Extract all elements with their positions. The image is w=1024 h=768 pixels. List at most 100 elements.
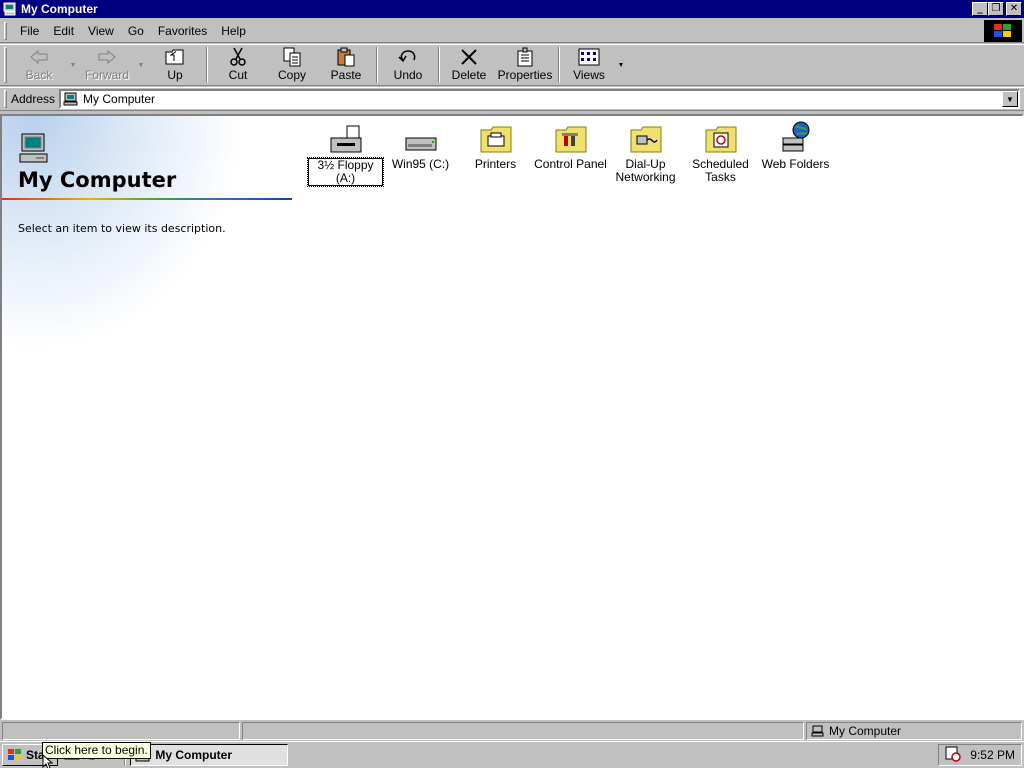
menu-edit[interactable]: Edit: [46, 22, 81, 40]
menu-help-label: Help: [221, 23, 246, 38]
undo-button[interactable]: Undo: [381, 45, 435, 85]
delete-label: Delete: [451, 68, 487, 82]
undo-label: Undo: [393, 68, 423, 82]
minimize-icon: _: [977, 3, 983, 14]
cut-label: Cut: [228, 68, 248, 82]
back-arrow-icon: [29, 46, 49, 68]
menu-favorites[interactable]: Favorites: [151, 22, 214, 40]
task-button-my-computer[interactable]: My Computer: [130, 744, 289, 766]
restore-button[interactable]: ❐: [988, 2, 1004, 16]
status-panel-2: [242, 722, 804, 740]
restore-icon: ❐: [991, 3, 1001, 14]
menu-grip[interactable]: [4, 21, 7, 40]
scissors-icon: [229, 46, 247, 68]
control-panel-item[interactable]: Control Panel: [533, 120, 608, 186]
floppy-drive-icon: [329, 120, 363, 154]
forward-label: Forward: [84, 68, 129, 82]
status-panel-1: [2, 722, 240, 740]
computer-icon: [811, 725, 825, 737]
web-folders-item[interactable]: Web Folders: [758, 120, 833, 186]
chevron-down-icon: ▼: [69, 61, 77, 69]
cut-button[interactable]: Cut: [211, 45, 265, 85]
up-button[interactable]: Up: [147, 45, 203, 85]
properties-icon: [515, 46, 535, 68]
mouse-cursor-icon: [42, 753, 54, 768]
icon-grid: 3½ Floppy (A:) Win95 (C:) Printers Contr…: [307, 120, 833, 187]
toolbar-grip[interactable]: [4, 47, 7, 83]
hard-drive-item[interactable]: Win95 (C:): [383, 120, 458, 186]
back-button[interactable]: Back: [11, 45, 67, 85]
menu-help[interactable]: Help: [214, 22, 253, 40]
properties-button[interactable]: Properties: [495, 45, 555, 85]
properties-label: Properties: [497, 68, 553, 82]
title-divider: [2, 198, 292, 200]
toolbar-separator: [558, 47, 560, 83]
address-bar: Address My Computer ▼: [0, 87, 1024, 111]
scheduled-tasks-label: Scheduled Tasks: [692, 157, 749, 184]
forward-dropdown[interactable]: ▼: [135, 45, 147, 85]
folder-view[interactable]: My Computer Select an item to view its d…: [0, 114, 1024, 720]
status-panel-location: My Computer: [806, 722, 1022, 740]
dial-up-folder-icon: [629, 120, 663, 154]
close-button[interactable]: ✕: [1006, 2, 1022, 16]
views-dropdown[interactable]: ▼: [615, 45, 627, 85]
chevron-down-icon: ▼: [137, 61, 145, 69]
address-dropdown-button[interactable]: ▼: [1002, 91, 1018, 107]
scheduled-tasks-item[interactable]: Scheduled Tasks: [683, 120, 758, 186]
menu-favorites-label: Favorites: [157, 23, 208, 38]
web-folders-label: Web Folders: [761, 157, 830, 171]
system-tray: 9:52 PM: [938, 744, 1022, 766]
computer-icon[interactable]: [2, 1, 18, 17]
window-title: My Computer: [21, 2, 98, 16]
menu-file[interactable]: File: [13, 22, 46, 40]
title-bar[interactable]: My Computer _ ❐ ✕: [0, 0, 1024, 18]
paste-label: Paste: [330, 68, 362, 82]
copy-button[interactable]: Copy: [265, 45, 319, 85]
dial-up-networking-label: Dial-Up Networking: [615, 157, 676, 184]
undo-icon: [397, 46, 419, 68]
chevron-down-icon: ▼: [617, 61, 625, 69]
paste-icon: [336, 46, 356, 68]
toolbar-separator: [206, 47, 208, 83]
address-value[interactable]: My Computer: [83, 92, 155, 106]
toolbar-separator: [438, 47, 440, 83]
menu-file-label: File: [20, 23, 40, 38]
printers-folder-icon: [479, 120, 513, 154]
delete-button[interactable]: Delete: [443, 45, 495, 85]
menu-go-label: Go: [127, 23, 144, 38]
menu-view-label: View: [88, 23, 114, 38]
menu-view[interactable]: View: [81, 22, 121, 40]
dial-up-networking-item[interactable]: Dial-Up Networking: [608, 120, 683, 186]
address-grip[interactable]: [4, 90, 7, 108]
status-location-label: My Computer: [829, 724, 902, 738]
menu-go[interactable]: Go: [121, 22, 151, 40]
standard-toolbar: Back ▼ Forward ▼ Up Cut Copy Paste Undo …: [0, 44, 1024, 86]
back-label: Back: [25, 68, 53, 82]
printers-item[interactable]: Printers: [458, 120, 533, 186]
forward-button[interactable]: Forward: [79, 45, 135, 85]
task-button-label: My Computer: [155, 748, 233, 762]
windows-logo-icon: [984, 20, 1022, 42]
scheduler-tray-icon[interactable]: [945, 746, 961, 765]
page-title: My Computer: [18, 168, 177, 192]
control-panel-label: Control Panel: [534, 157, 607, 171]
clock[interactable]: 9:52 PM: [970, 748, 1015, 762]
minimize-button[interactable]: _: [972, 2, 988, 16]
printers-label: Printers: [474, 157, 517, 171]
taskbar: Start My Computer 9:52 PM: [0, 741, 1024, 768]
my-computer-icon: [18, 132, 50, 167]
floppy-drive-label: 3½ Floppy (A:): [307, 157, 384, 187]
views-button[interactable]: Views: [563, 45, 615, 85]
start-tooltip: Click here to begin.: [42, 742, 151, 759]
paste-button[interactable]: Paste: [319, 45, 373, 85]
status-bar: My Computer: [0, 721, 1024, 741]
windows-flag-icon: [7, 748, 23, 762]
forward-arrow-icon: [97, 46, 117, 68]
up-label: Up: [167, 68, 183, 82]
floppy-drive-item[interactable]: 3½ Floppy (A:): [307, 120, 384, 187]
hard-drive-label: Win95 (C:): [391, 157, 450, 171]
back-dropdown[interactable]: ▼: [67, 45, 79, 85]
views-label: Views: [573, 68, 605, 82]
scheduled-tasks-folder-icon: [704, 120, 738, 154]
address-field[interactable]: My Computer ▼: [59, 89, 1020, 109]
